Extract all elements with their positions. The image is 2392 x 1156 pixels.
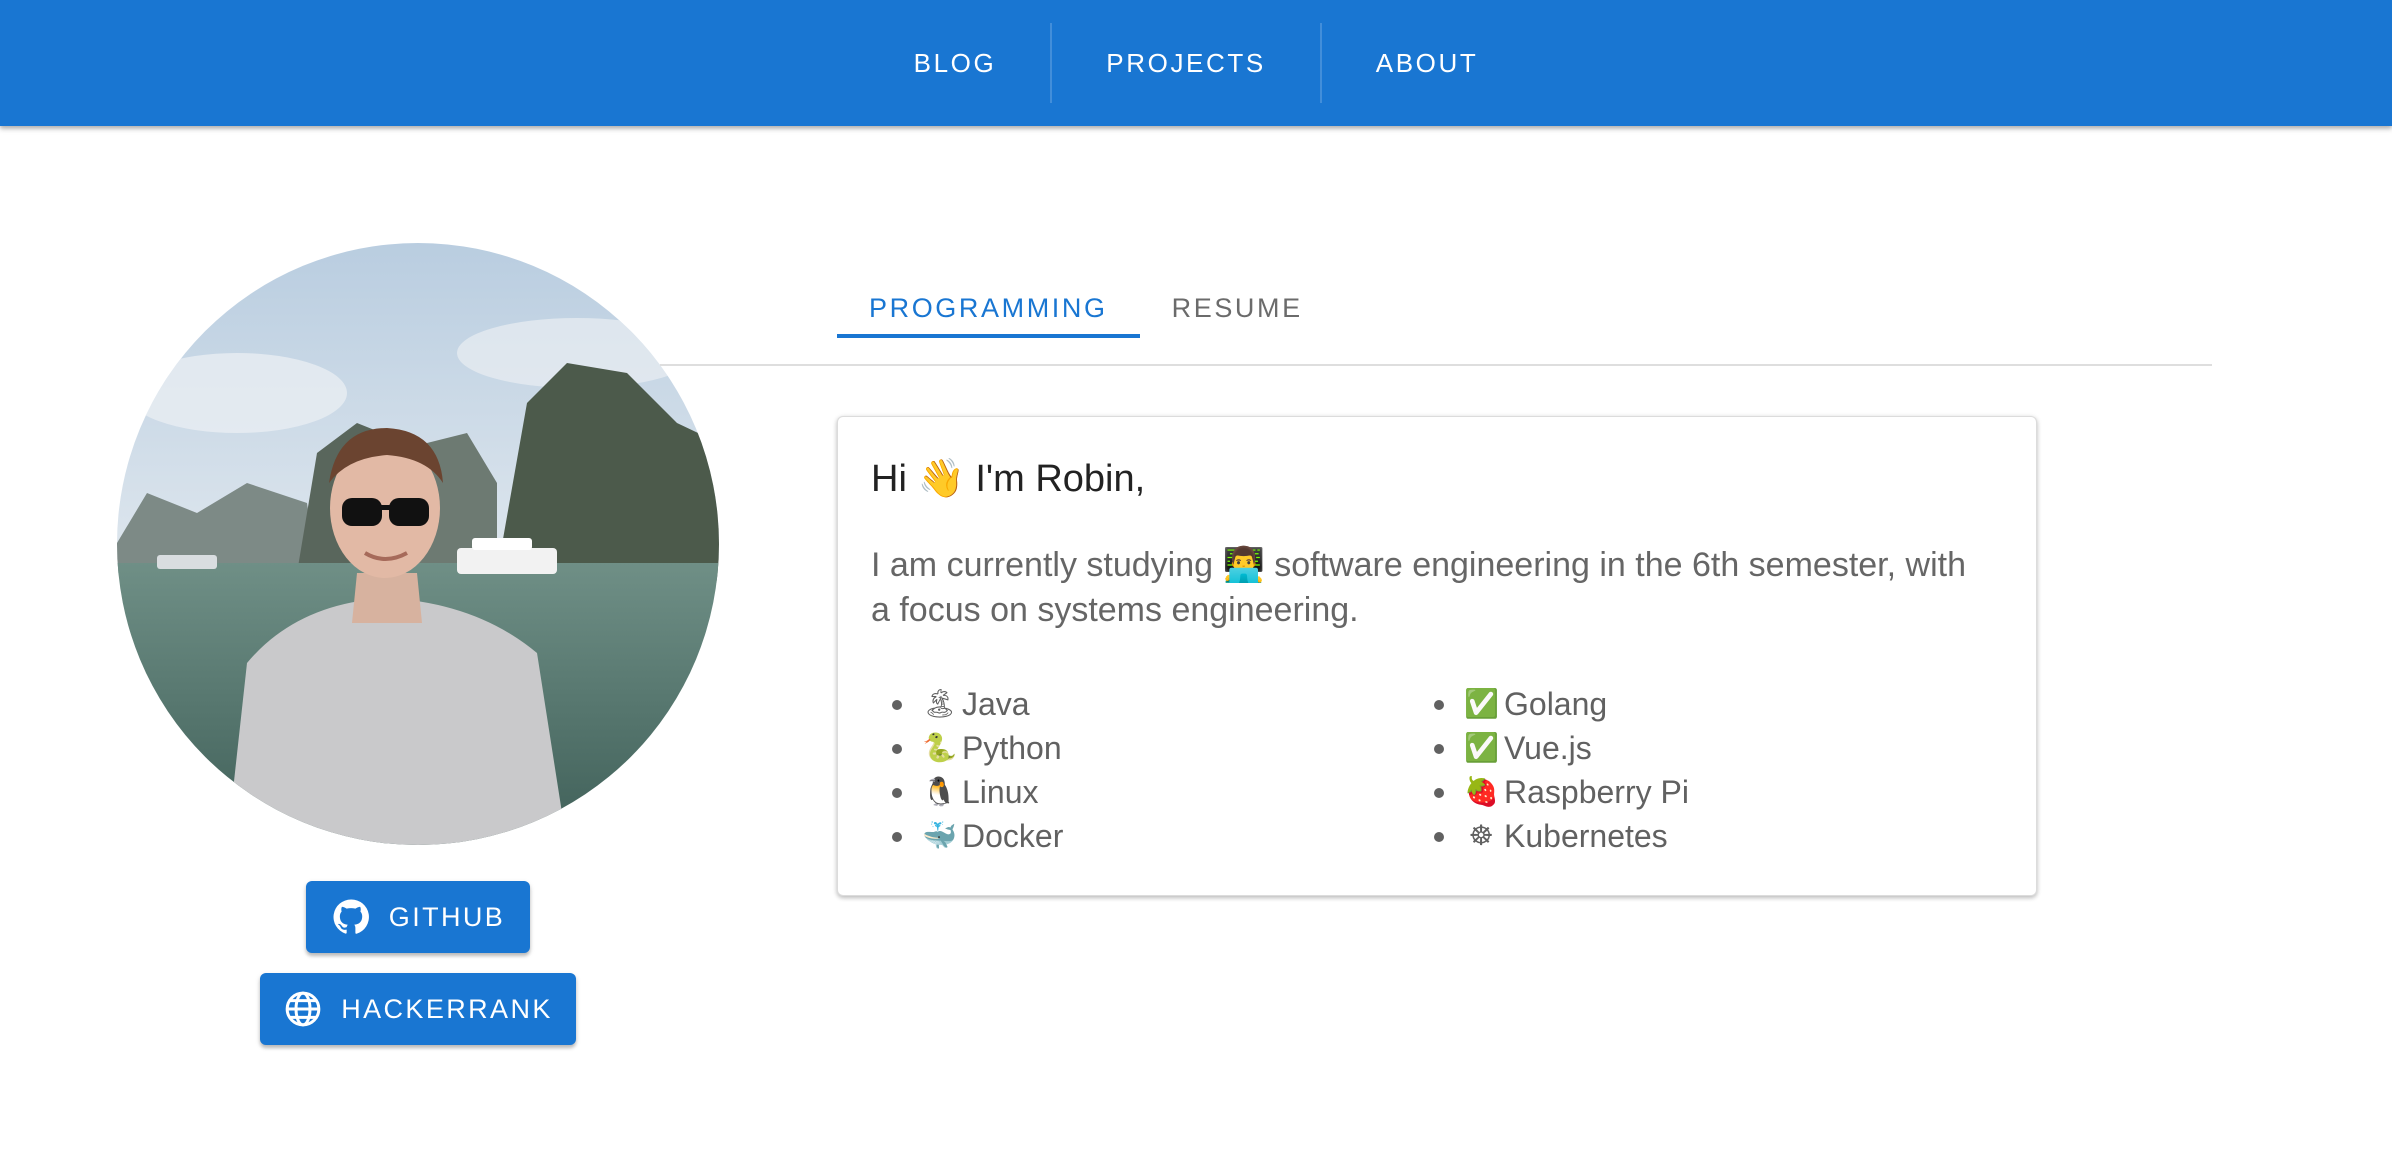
island-icon: 🏝 [922,688,958,719]
nav-item-blog[interactable]: BLOG [860,23,1051,103]
check-icon: ✅ [1464,732,1499,763]
card-description: I am currently studying 👨‍💻 software eng… [871,546,1966,629]
profile-tabs: PROGRAMMING RESUME [837,250,1335,366]
skill-label: Docker [962,818,1064,854]
snake-icon: 🐍 [922,732,957,763]
whale-icon: 🐳 [922,820,957,851]
tab-resume[interactable]: RESUME [1140,250,1335,366]
list-item: 🐍 Python [892,726,1063,770]
hackerrank-button-label: HACKERRANK [341,993,553,1024]
list-item: 🐧 Linux [892,770,1063,814]
tabs-divider [660,364,2212,366]
hackerrank-button[interactable]: HACKERRANK [260,973,576,1045]
nav-item-projects[interactable]: PROJECTS [1052,23,1319,103]
skill-label: Golang [1504,686,1608,722]
tab-programming[interactable]: PROGRAMMING [837,250,1140,366]
profile-photo [117,243,719,845]
skill-label: Linux [962,774,1039,810]
github-button-label: GITHUB [388,901,506,932]
globe-icon [283,989,323,1029]
strawberry-icon: 🍓 [1464,776,1499,807]
card-title: Hi 👋 I'm Robin, [871,458,1146,500]
skill-label: Kubernetes [1504,818,1668,854]
main-nav: BLOG PROJECTS ABOUT [860,0,1533,126]
intro-card: Hi 👋 I'm Robin, I am currently studying … [837,416,2037,896]
skill-label: Python [962,730,1062,766]
skill-label: Java [962,686,1030,722]
github-button[interactable]: GITHUB [306,881,530,953]
skills-list-left: 🏝 Java 🐍 Python 🐧 Linux 🐳 Docker [892,682,1063,858]
list-item: 🏝 Java [892,682,1063,726]
check-icon: ✅ [1464,688,1499,719]
skills-list-right: ✅ Golang ✅ Vue.js 🍓 Raspberry Pi ☸ Kubernete… [1434,682,1689,858]
helm-icon: ☸ [1468,820,1494,851]
top-app-bar: BLOG PROJECTS ABOUT [0,0,2392,126]
skill-label: Vue.js [1504,730,1592,766]
github-icon [331,897,371,937]
list-item: ✅ Golang [1434,682,1689,726]
list-item: 🐳 Docker [892,814,1063,858]
nav-item-about[interactable]: ABOUT [1322,23,1533,103]
list-item: ✅ Vue.js [1434,726,1689,770]
list-item: 🍓 Raspberry Pi [1434,770,1689,814]
penguin-icon: 🐧 [922,776,957,807]
skill-label: Raspberry Pi [1504,774,1689,810]
list-item: ☸ Kubernetes [1434,814,1689,858]
